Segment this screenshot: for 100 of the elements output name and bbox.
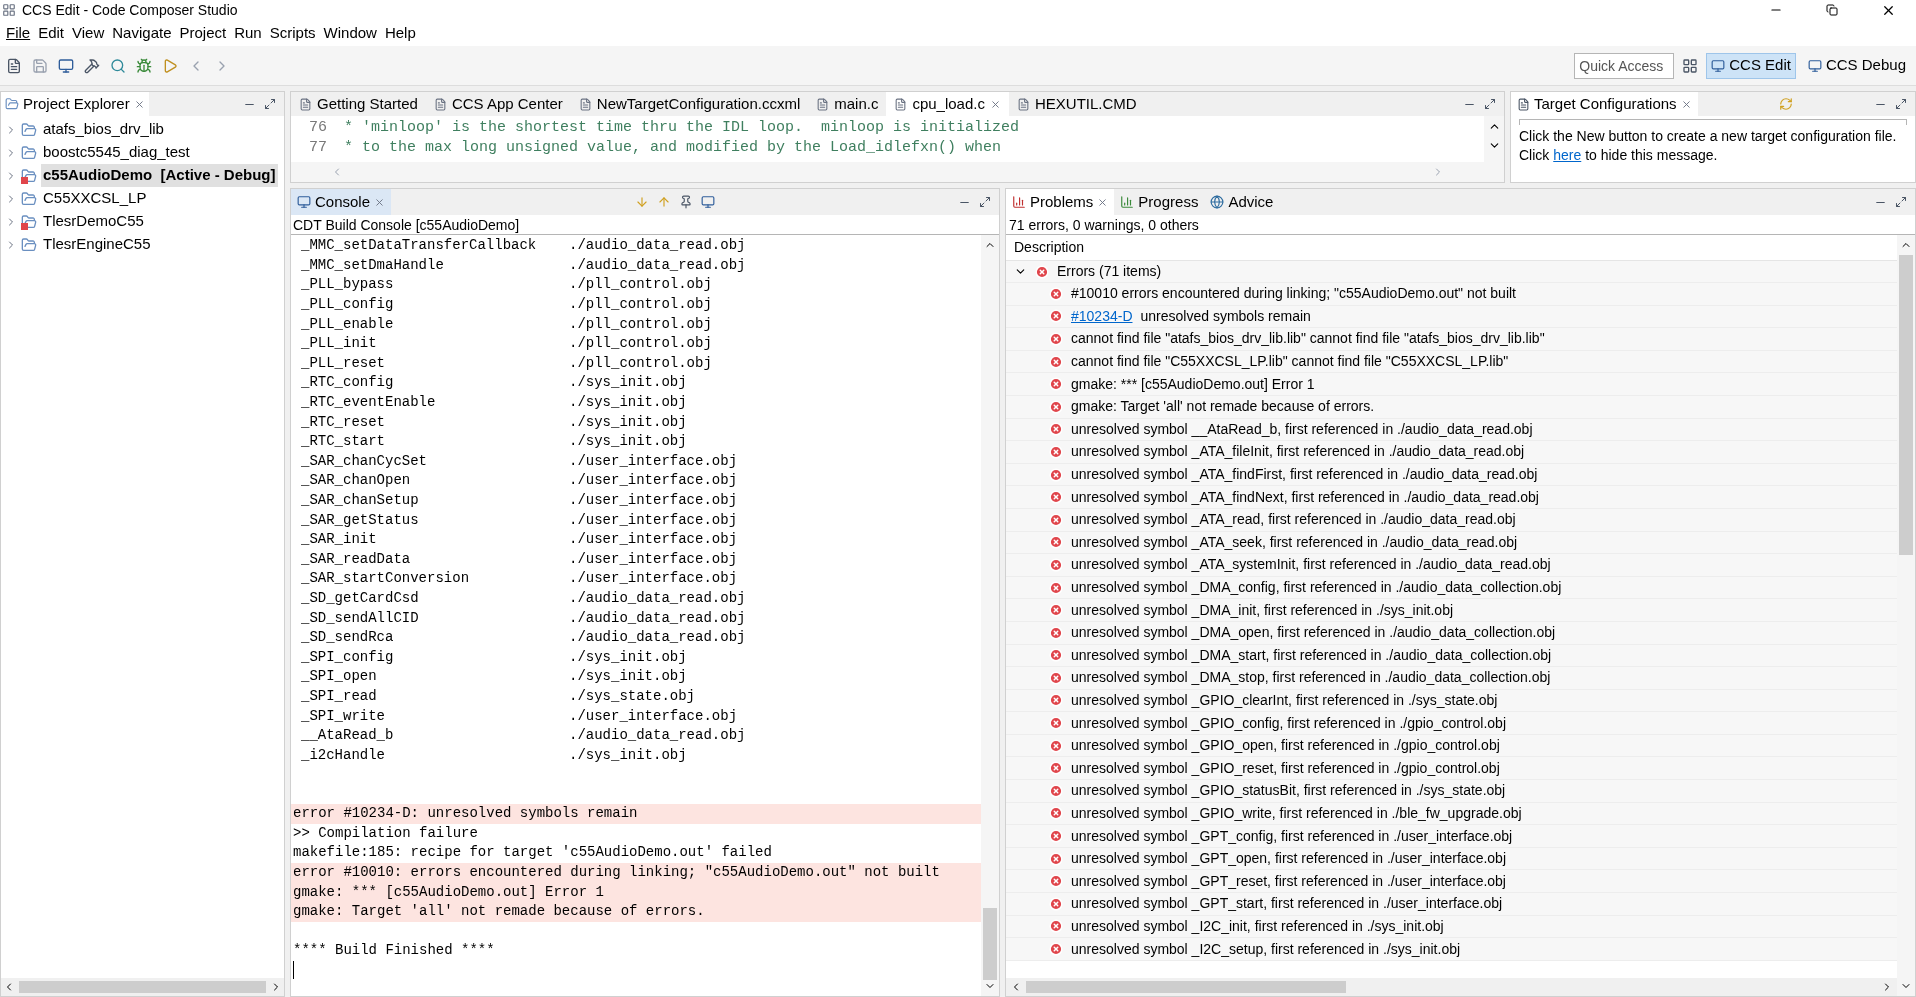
object-file: ./user_interface.obj: [569, 471, 738, 491]
panel-tab[interactable]: Progress: [1114, 189, 1205, 215]
symbol-name: _i2cHandle: [301, 745, 386, 765]
group-label[interactable]: Errors (71 items): [1057, 261, 1162, 282]
maximize-icon[interactable]: [264, 98, 276, 110]
symbol-name: _SAR_readData: [301, 549, 412, 569]
error-icon: [1049, 467, 1063, 482]
perspective-button[interactable]: CCS Edit: [1706, 52, 1796, 79]
symbol-name: _SAR_init: [301, 530, 378, 550]
project-icon: [21, 121, 37, 138]
editor-tab[interactable]: NewTargetConfiguration.ccxml: [570, 92, 809, 116]
error-icon: [1049, 806, 1063, 821]
save-icon[interactable]: [32, 57, 48, 74]
file-icon: [1016, 97, 1030, 111]
scrollbar-thumb[interactable]: [983, 908, 997, 980]
maximize-icon[interactable]: [1895, 98, 1907, 110]
object-file: ./user_interface.obj: [569, 569, 738, 589]
text-cursor: [293, 960, 294, 979]
open-perspective-icon[interactable]: [1682, 57, 1699, 74]
object-file: ./pll_control.obj: [569, 334, 712, 354]
error-icon: [1049, 716, 1063, 731]
file-icon: [816, 97, 830, 111]
error-icon: [1049, 332, 1063, 346]
menu-item[interactable]: View: [68, 21, 109, 45]
code-comment: * 'minloop' is the shortest time thru the IDL loop. minloop is initialized: [343, 117, 1020, 138]
error-icon: [1049, 829, 1063, 844]
object-file: ./user_interface.obj: [569, 510, 738, 530]
error-icon: [1049, 896, 1063, 911]
menu-item[interactable]: Scripts: [265, 21, 320, 45]
panel-tab[interactable]: Project Explorer: [1, 92, 149, 116]
quick-access-field[interactable]: Quick Access: [1574, 52, 1675, 79]
line-number: 77: [308, 137, 328, 158]
error-icon: [1049, 354, 1063, 369]
menu-item[interactable]: Run: [230, 21, 266, 45]
menu-item[interactable]: Edit: [34, 21, 69, 45]
hammer-icon[interactable]: [84, 57, 100, 74]
search-icon[interactable]: [110, 57, 126, 74]
error-icon: [1049, 309, 1063, 324]
perspective-button[interactable]: CCS Debug: [1803, 52, 1910, 79]
symbol-name: _SD_getCardCsd: [301, 589, 420, 608]
maximize-icon[interactable]: [1484, 98, 1496, 110]
editor-tab[interactable]: cpu_load.c: [886, 92, 1009, 116]
menu-item[interactable]: Project: [175, 21, 231, 45]
object-file: ./sys_init.obj: [569, 667, 687, 687]
scrollbar-thumb[interactable]: [1026, 981, 1346, 993]
error-icon: [1049, 512, 1063, 527]
monitor-icon[interactable]: [58, 57, 74, 74]
maximize-icon[interactable]: [979, 196, 991, 208]
symbol-name: _SD_sendAllCID: [301, 608, 420, 628]
menu-item[interactable]: Window: [319, 21, 381, 45]
problem-item[interactable]: unresolved symbols remain: [1140, 305, 1311, 327]
maximize-icon[interactable]: [1895, 196, 1907, 208]
restore-icon[interactable]: [1826, 4, 1838, 16]
tree-node-label[interactable]: atafs_bios_drv_lib: [41, 118, 166, 141]
scrollbar-thumb[interactable]: [1899, 255, 1913, 555]
object-file: ./user_interface.obj: [569, 706, 738, 726]
editor-tab[interactable]: Getting Started: [291, 92, 426, 116]
tree-node-label[interactable]: c55AudioDemo [Active - Debug]: [41, 164, 278, 187]
symbol-name: _SAR_startConversion: [301, 569, 471, 589]
menu-item[interactable]: Navigate: [108, 21, 176, 45]
error-icon: [1049, 851, 1063, 866]
hide-message-link[interactable]: here: [1553, 147, 1582, 163]
symbol-name: _PLL_bypass: [301, 275, 395, 295]
panel-tab[interactable]: Console: [291, 189, 392, 215]
error-icon: [1049, 942, 1063, 956]
object-file: ./user_interface.obj: [569, 451, 738, 471]
error-icon: [1049, 919, 1063, 934]
menu-item[interactable]: File: [2, 21, 35, 45]
refresh-icon[interactable]: [1778, 97, 1793, 111]
new-file-icon[interactable]: [6, 57, 22, 74]
panel-tab[interactable]: Problems: [1006, 189, 1115, 215]
editor-tab[interactable]: main.c: [808, 92, 887, 116]
folder-icon: [5, 97, 19, 111]
tree-node-label[interactable]: TlesrDemoC55: [41, 210, 146, 233]
run-icon[interactable]: [162, 57, 178, 74]
panel-tab[interactable]: Advice: [1204, 189, 1280, 215]
symbol-name: _MMC_setDmaHandle: [301, 255, 445, 275]
scrollbar-thumb[interactable]: [19, 981, 266, 993]
symbol-name: _SAR_chanCycSet: [301, 451, 429, 471]
file-icon: [578, 97, 592, 111]
menu-item[interactable]: Help: [380, 21, 420, 45]
line-number: 76: [308, 117, 328, 138]
bug-icon[interactable]: [136, 57, 152, 74]
editor-tab[interactable]: HEXUTIL.CMD: [1008, 92, 1145, 116]
error-icon: [1049, 399, 1063, 414]
tree-node-label[interactable]: TlesrEngineC55: [41, 233, 153, 256]
error-code-link[interactable]: #10234-D: [1071, 305, 1133, 327]
pin-icon[interactable]: [678, 195, 693, 209]
display-console-icon[interactable]: [700, 195, 715, 209]
editor-tab[interactable]: CCS App Center: [425, 92, 571, 116]
project-icon: [21, 236, 37, 253]
tree-node-label[interactable]: C55XXCSL_LP: [41, 187, 149, 210]
error-icon: [1049, 557, 1063, 572]
symbol-name: _MMC_setDataTransferCallback: [301, 236, 538, 256]
panel-tab[interactable]: Target Configurations: [1511, 92, 1698, 116]
tree-node-label[interactable]: boostc5545_diag_test: [41, 141, 192, 164]
error-icon: [1049, 738, 1063, 753]
code-comment: * to the max long unsigned value, and modified by the Load_idlefxn() when: [343, 137, 1002, 158]
object-file: ./audio_data_read.obj: [569, 236, 746, 256]
symbol-name: _SPI_open: [301, 667, 378, 687]
